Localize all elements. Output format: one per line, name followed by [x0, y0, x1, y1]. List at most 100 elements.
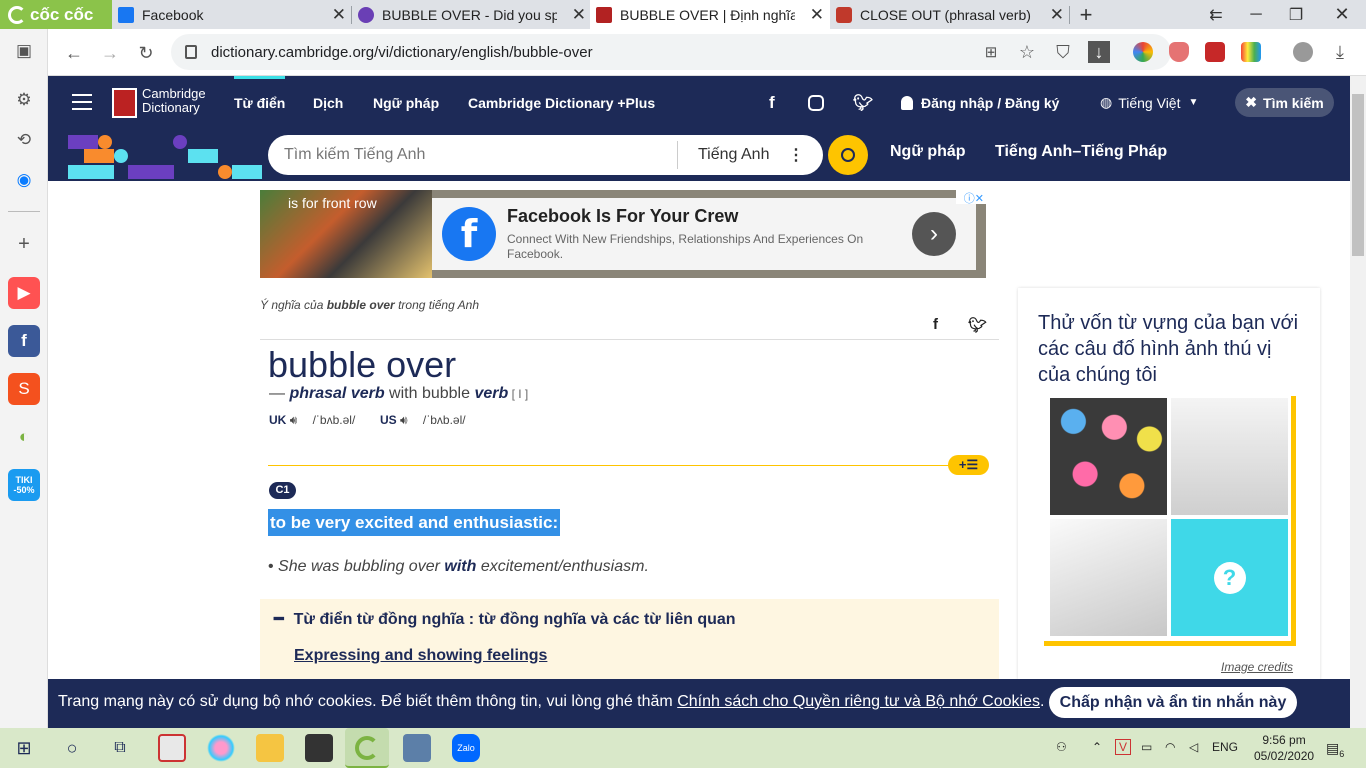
downloads-icon[interactable]: ⤓ — [1324, 36, 1356, 68]
ad-chevron-right-icon[interactable]: › — [912, 212, 956, 256]
site-logo[interactable]: Cambridge Dictionary — [142, 87, 206, 115]
nav-plus[interactable]: Cambridge Dictionary +Plus — [468, 76, 655, 129]
battery-icon[interactable]: ▭ — [1141, 740, 1152, 754]
search-toggle-button[interactable]: ✖ Tìm kiếm — [1235, 88, 1334, 117]
unikey-icon[interactable]: V — [1115, 739, 1131, 755]
notifications-icon[interactable]: ▤6 — [1326, 740, 1344, 759]
close-window-icon[interactable]: ✕ — [1322, 0, 1362, 29]
messenger-icon[interactable]: ◉ — [8, 164, 40, 196]
adblock-ext-icon[interactable] — [1169, 42, 1189, 62]
image-credits-link[interactable]: Image credits — [1221, 660, 1293, 674]
quiz-image-paints[interactable] — [1050, 398, 1167, 515]
wifi-icon[interactable]: ◠ — [1165, 740, 1175, 754]
site-header: Cambridge Dictionary Từ điển Dịch Ngữ phá… — [48, 76, 1350, 129]
red-ext-icon[interactable] — [1205, 42, 1225, 62]
volume-icon[interactable]: ◁ — [1189, 740, 1198, 754]
tab-facebook[interactable]: Facebook ✕ — [112, 0, 352, 29]
app-icon[interactable] — [403, 734, 431, 762]
nav-grammar[interactable]: Ngữ pháp — [373, 76, 439, 129]
file-explorer-icon[interactable] — [256, 734, 284, 762]
search-input[interactable]: Tìm kiếm Tiếng Anh — [268, 141, 678, 169]
signin-link[interactable]: Đăng nhập / Đăng ký — [901, 76, 1059, 129]
settings-gear-icon[interactable]: ⚙ — [8, 84, 40, 116]
input-language[interactable]: ENG — [1212, 740, 1238, 754]
ad-banner[interactable]: is for front row f Facebook Is For Your … — [260, 190, 986, 278]
clock[interactable]: 9:56 pm 05/02/2020 — [1254, 732, 1314, 764]
accept-cookies-button[interactable]: Chấp nhận và ẩn tin nhắn này — [1049, 687, 1297, 718]
paint-app-icon[interactable] — [207, 734, 235, 762]
chrome-ext-icon[interactable] — [1133, 42, 1153, 62]
tab-bubble-spell[interactable]: BUBBLE OVER - Did you spell ✕ — [352, 0, 592, 29]
nav-dictionary[interactable]: Từ điển — [234, 76, 285, 129]
search-button[interactable] — [828, 135, 868, 175]
more-options-icon[interactable]: ⋮ — [788, 145, 804, 165]
twitter-icon[interactable]: 🐦︎ — [853, 76, 873, 129]
instagram-icon[interactable] — [808, 76, 824, 129]
zalo-icon[interactable]: Zalo — [452, 734, 480, 762]
search-language-select[interactable]: Tiếng Anh — [678, 146, 788, 164]
tray-up-icon[interactable]: ⌃ — [1092, 740, 1102, 754]
thesaurus-heading[interactable]: ━ Từ điển từ đồng nghĩa : từ đồng nghĩa v… — [274, 609, 736, 629]
close-tab-icon[interactable]: ✕ — [810, 5, 824, 25]
grammar-link[interactable]: Ngữ pháp — [890, 143, 966, 161]
quiz-panel: Thử vốn từ vựng của bạn với các câu đố h… — [1018, 288, 1320, 680]
forward-icon[interactable]: → — [94, 37, 126, 69]
share-twitter-icon[interactable]: 🐦︎ — [968, 316, 987, 334]
thesaurus-link[interactable]: Expressing and showing feelings — [294, 647, 547, 665]
maximize-icon[interactable]: ❐ — [1276, 0, 1316, 29]
close-tab-icon[interactable]: ✕ — [332, 5, 346, 25]
close-tab-icon[interactable]: ✕ — [572, 5, 586, 25]
close-tab-icon[interactable]: ✕ — [1050, 5, 1064, 25]
coccoc-menu-button[interactable]: cốc cốc — [0, 0, 112, 29]
share-facebook-icon[interactable]: f — [933, 316, 938, 333]
shopee-icon[interactable]: S — [8, 373, 40, 405]
add-app-icon[interactable]: + — [8, 228, 40, 260]
hamburger-menu-icon[interactable] — [72, 94, 92, 110]
shield-icon[interactable]: ⛉ — [1047, 36, 1079, 68]
windows-start-icon[interactable]: ⊞ — [10, 734, 38, 762]
add-to-wordlist-button[interactable]: +☰ — [948, 455, 989, 475]
quiz-image-sketchbook[interactable] — [1050, 519, 1167, 636]
download-box-icon[interactable]: ↓ — [1088, 41, 1110, 63]
facebook-favicon-icon — [118, 6, 134, 23]
translate-icon[interactable]: ⊞ — [975, 36, 1007, 68]
minimize-icon[interactable]: ─ — [1236, 0, 1276, 29]
sticky-app-icon[interactable] — [305, 734, 333, 762]
app-icon[interactable] — [158, 734, 186, 762]
tab-bubble-cambridge[interactable]: BUBBLE OVER | Định nghĩa tro ✕ — [590, 0, 830, 29]
ad-choices-icon[interactable]: ⓘ✕ — [956, 190, 986, 205]
tab-close-out[interactable]: CLOSE OUT (phrasal verb) def ✕ — [830, 0, 1070, 29]
cortana-icon[interactable]: ○ — [58, 734, 86, 762]
reload-icon[interactable]: ↻ — [130, 37, 162, 69]
quiz-mystery-tile[interactable]: ? — [1171, 519, 1288, 636]
page-scrollbar[interactable] — [1350, 76, 1366, 728]
audio-speaker-icon[interactable]: 🔊︎ — [290, 413, 298, 427]
history-icon[interactable]: ⟲ — [8, 124, 40, 156]
facebook-icon[interactable]: f — [769, 76, 775, 129]
bookmark-star-icon[interactable]: ☆ — [1011, 36, 1043, 68]
language-selector[interactable]: ◍ Tiếng Việt ▼ — [1100, 76, 1198, 129]
english-french-link[interactable]: Tiếng Anh–Tiếng Pháp — [995, 143, 1167, 161]
new-tab-button[interactable]: + — [1066, 0, 1106, 29]
tiki-icon[interactable]: TIKI -50% — [8, 469, 40, 501]
coccoc-taskbar-button[interactable] — [345, 728, 389, 768]
coccoc-app-icon[interactable]: ◐ — [8, 421, 40, 453]
nav-translate[interactable]: Dịch — [313, 76, 343, 129]
tab-search-icon[interactable]: ⇇ — [1196, 0, 1236, 29]
definition[interactable]: to be very excited and enthusiastic: — [268, 509, 561, 536]
audio-speaker-icon[interactable]: 🔊︎ — [400, 413, 408, 427]
sidebar-panel-icon[interactable]: ▣ — [8, 35, 40, 67]
back-icon[interactable]: ← — [58, 37, 90, 69]
close-icon: ✖ — [1245, 94, 1258, 110]
task-view-icon[interactable]: ⧉ — [106, 734, 134, 762]
profile-avatar[interactable] — [1293, 42, 1313, 62]
cambridge-crest-icon — [112, 88, 137, 118]
quiz-heading[interactable]: Thử vốn từ vựng của bạn với các câu đố h… — [1038, 310, 1303, 388]
youtube-icon[interactable]: ▶ — [8, 277, 40, 309]
quiz-image-sewing-machine[interactable] — [1171, 398, 1288, 515]
facebook-app-icon[interactable]: f — [8, 325, 40, 357]
privacy-policy-link[interactable]: Chính sách cho Quyền riêng tư và Bộ nhớ … — [677, 693, 1040, 710]
people-icon[interactable]: ⚇ — [1056, 740, 1067, 754]
scrollbar-thumb[interactable] — [1352, 94, 1364, 256]
color-ext-icon[interactable] — [1241, 42, 1261, 62]
